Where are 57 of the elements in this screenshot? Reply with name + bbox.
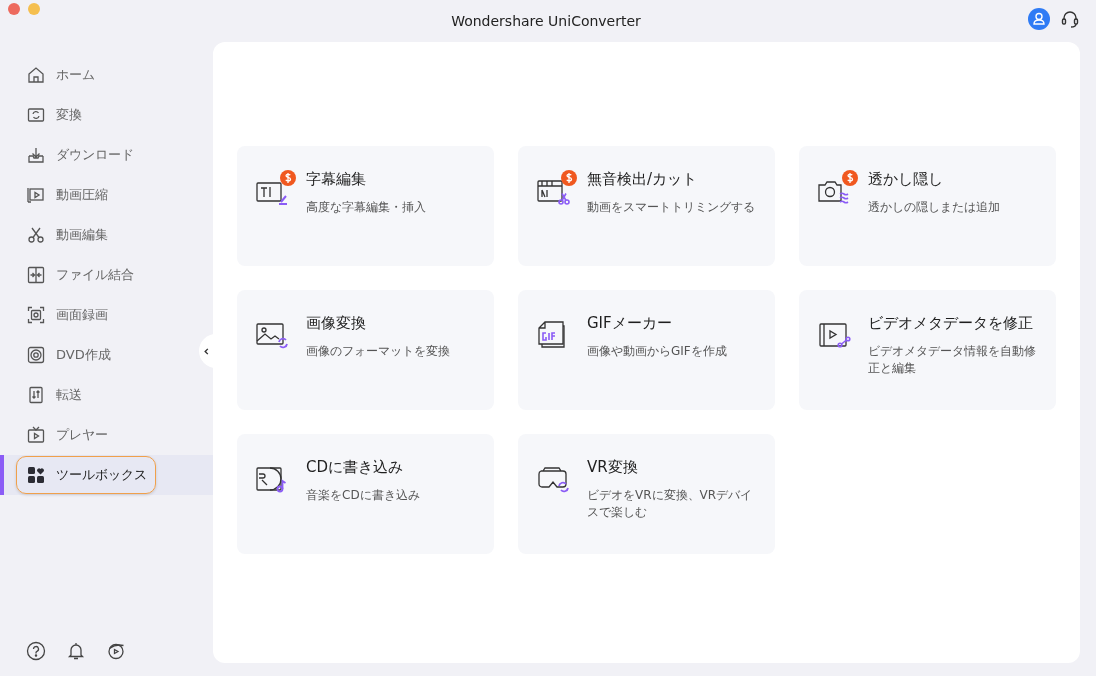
tool-description: 画像のフォーマットを変換 <box>306 343 450 360</box>
vr-icon <box>537 464 571 494</box>
tool-title: 字幕編集 <box>306 170 367 189</box>
sidebar-item[interactable]: プレヤー <box>16 416 117 454</box>
player-icon <box>26 425 46 445</box>
record-icon <box>26 305 46 325</box>
tool-card[interactable]: CDに書き込み 音楽をCDに書き込み <box>237 434 494 554</box>
sidebar-item[interactable]: ファイル結合 <box>16 256 143 294</box>
tool-title: ビデオメタデータを修正 <box>868 314 1034 333</box>
convert-icon <box>26 105 46 125</box>
sidebar-item[interactable]: ツールボックス <box>16 456 156 494</box>
tool-description: 画像や動画からGIFを作成 <box>587 343 727 360</box>
tool-description: 音楽をCDに書き込み <box>306 487 420 504</box>
sidebar-item[interactable]: DVD作成 <box>16 336 120 374</box>
tool-description: ビデオメタデータ情報を自動修正と編集 <box>868 343 1037 377</box>
tool-description: ビデオをVRに変換、VRデバイスで楽しむ <box>587 487 754 521</box>
home-icon <box>26 65 46 85</box>
tool-description: 動画をスマートトリミングする <box>587 199 755 216</box>
account-icon[interactable] <box>1028 8 1050 30</box>
metadata-icon <box>818 320 852 350</box>
sidebar-item[interactable]: ホーム <box>16 56 104 94</box>
selection-bar <box>0 455 4 495</box>
headset-icon[interactable] <box>1060 9 1080 29</box>
feedback-icon[interactable] <box>106 641 126 661</box>
toolbox-icon <box>26 465 46 485</box>
sidebar-item[interactable]: 変換 <box>16 96 91 134</box>
tool-description: 透かしの隠しまたは追加 <box>868 199 1000 216</box>
tool-title: 無音検出/カット <box>587 170 699 189</box>
sidebar-item[interactable]: 画面録画 <box>16 296 117 334</box>
download-icon <box>26 145 46 165</box>
image-icon <box>256 320 290 350</box>
sidebar-item[interactable]: 動画圧縮 <box>16 176 117 214</box>
tool-title: GIFメーカー <box>587 314 673 333</box>
window-title: Wondershare UniConverter <box>451 13 641 29</box>
tool-card[interactable]: 無音検出/カット 動画をスマートトリミングする <box>518 146 775 266</box>
sidebar-item[interactable]: 転送 <box>16 376 91 414</box>
help-icon[interactable] <box>26 641 46 661</box>
bell-icon[interactable] <box>66 641 86 661</box>
tool-title: CDに書き込み <box>306 458 405 477</box>
tool-card[interactable]: VR変換 ビデオをVRに変換、VRデバイスで楽しむ <box>518 434 775 554</box>
sidebar-item[interactable]: ダウンロード <box>16 136 143 174</box>
merge-icon <box>26 265 46 285</box>
scissors-icon <box>26 225 46 245</box>
tool-title: VR変換 <box>587 458 639 477</box>
tool-card[interactable]: 透かし隠し 透かしの隠しまたは追加 <box>799 146 1056 266</box>
compress-icon <box>26 185 46 205</box>
tool-description: 高度な字幕編集・挿入 <box>306 199 426 216</box>
tool-card[interactable]: 字幕編集 高度な字幕編集・挿入 <box>237 146 494 266</box>
tool-card[interactable]: 画像変換 画像のフォーマットを変換 <box>237 290 494 410</box>
close-window-button[interactable] <box>8 3 20 15</box>
transfer-icon <box>26 385 46 405</box>
tool-card[interactable]: ビデオメタデータを修正 ビデオメタデータ情報を自動修正と編集 <box>799 290 1056 410</box>
tool-card[interactable]: GIFメーカー 画像や動画からGIFを作成 <box>518 290 775 410</box>
chevron-left-icon <box>203 347 210 355</box>
sidebar-item[interactable]: 動画編集 <box>16 216 117 254</box>
tool-title: 画像変換 <box>306 314 367 333</box>
tool-title: 透かし隠し <box>868 170 944 189</box>
